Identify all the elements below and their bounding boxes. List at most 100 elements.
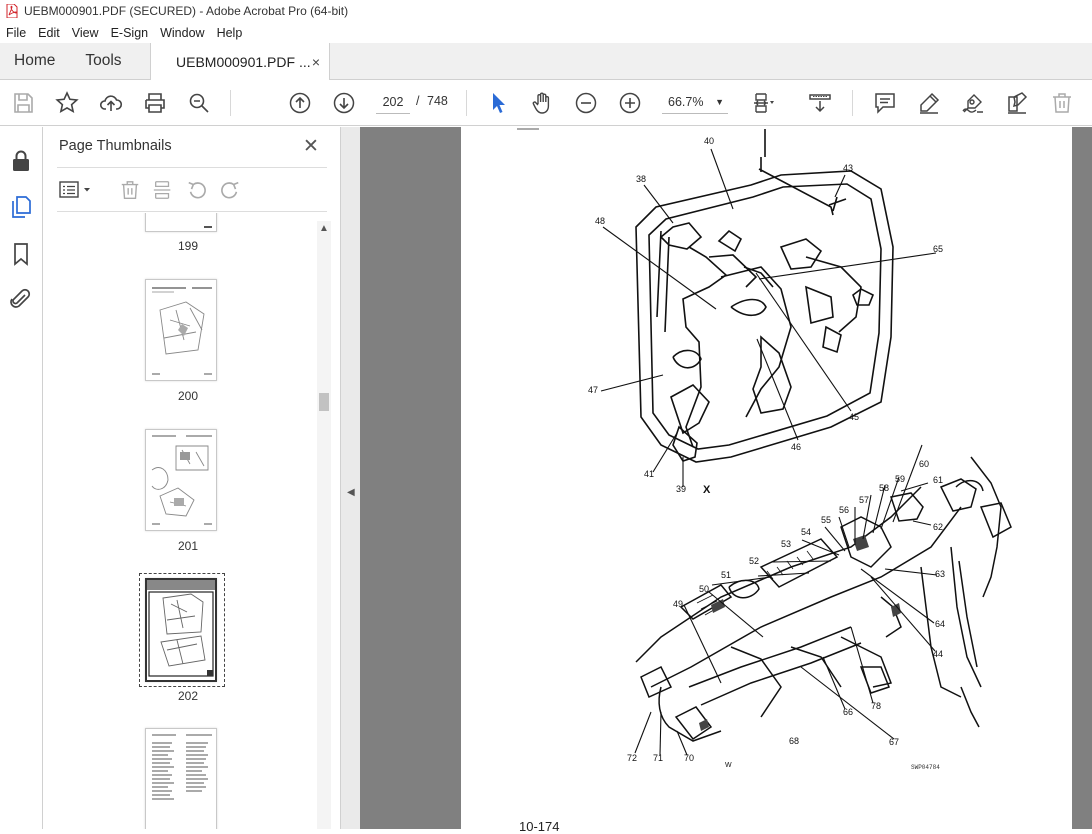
svg-text:46: 46	[791, 442, 801, 452]
thumbnail-page[interactable]	[145, 213, 217, 232]
svg-text:61: 61	[933, 475, 943, 485]
scrollbar-thumb[interactable]	[319, 393, 329, 411]
tab-close-icon[interactable]: ×	[312, 54, 320, 70]
highlight-pen-icon[interactable]	[917, 91, 941, 115]
thumbnail-page-selected[interactable]	[145, 578, 217, 682]
svg-text:64: 64	[935, 619, 945, 629]
acrobat-pdf-icon	[6, 4, 18, 18]
thumbnail-drawing	[152, 734, 212, 800]
title-bar: UEBM000901.PDF (SECURED) - Adobe Acrobat…	[0, 0, 1092, 22]
page-fit-icon[interactable]	[752, 91, 776, 115]
panel-close-icon[interactable]: ✕	[303, 135, 319, 158]
zoom-level-select[interactable]: 66.7% ▼	[662, 90, 728, 114]
document-viewer[interactable]: 40 38 43 48 65 47 45 46 41 39 X 61 60 59…	[360, 127, 1092, 834]
select-cursor-icon[interactable]	[486, 91, 510, 115]
menu-file[interactable]: File	[0, 26, 32, 40]
menu-edit[interactable]: Edit	[32, 26, 66, 40]
scroll-up-icon[interactable]: ▲	[319, 223, 329, 234]
svg-text:49: 49	[673, 599, 683, 609]
rotate-left-icon[interactable]	[186, 179, 208, 201]
svg-text:65: 65	[933, 244, 943, 254]
thumbnail-drawing	[151, 435, 212, 525]
svg-text:68: 68	[789, 736, 799, 746]
zoom-level-value: 66.7%	[668, 95, 704, 109]
toolbar-divider	[852, 90, 853, 116]
menu-help[interactable]: Help	[211, 26, 249, 40]
page-thumbnails-panel: Page Thumbnails ✕ 199 200 201 202 ▲	[43, 127, 340, 829]
svg-text:47: 47	[588, 385, 598, 395]
tab-document[interactable]: UEBM000901.PDF ... ×	[150, 43, 330, 80]
svg-text:58: 58	[879, 483, 889, 493]
svg-text:72: 72	[627, 753, 637, 763]
page-number-input[interactable]: 202	[376, 90, 410, 114]
menu-view[interactable]: View	[66, 26, 105, 40]
edit-pdf-icon[interactable]	[1005, 91, 1029, 115]
svg-text:63: 63	[935, 569, 945, 579]
panel-divider	[57, 167, 327, 168]
svg-text:78: 78	[871, 701, 881, 711]
menu-window[interactable]: Window	[154, 26, 210, 40]
comment-icon[interactable]	[873, 91, 897, 115]
wiring-harness-diagram: 40 38 43 48 65 47 45 46 41 39 X 61 60 59…	[517, 128, 1012, 771]
menu-bar: File Edit View E-Sign Window Help	[0, 22, 1092, 43]
page-layout-icon[interactable]	[152, 179, 174, 201]
save-icon[interactable]	[11, 91, 35, 115]
svg-text:54: 54	[801, 527, 811, 537]
thumbnail-page[interactable]	[145, 279, 217, 381]
svg-text:41: 41	[644, 469, 654, 479]
tab-home[interactable]: Home	[14, 43, 55, 79]
svg-text:53: 53	[781, 539, 791, 549]
toolbar-divider	[466, 90, 467, 116]
thumbnail-page[interactable]	[145, 728, 217, 829]
collapse-panel-icon[interactable]: ◀	[347, 487, 355, 498]
figure-code: SWP04784	[911, 764, 940, 771]
svg-text:50: 50	[699, 584, 709, 594]
lock-icon[interactable]	[9, 149, 33, 173]
pdf-page: 40 38 43 48 65 47 45 46 41 39 X 61 60 59…	[461, 127, 1072, 834]
svg-text:71: 71	[653, 753, 663, 763]
svg-text:62: 62	[933, 522, 943, 532]
attachment-icon[interactable]	[9, 287, 33, 311]
panel-title: Page Thumbnails	[59, 138, 172, 154]
rotate-right-icon[interactable]	[219, 179, 241, 201]
bookmark-icon[interactable]	[9, 242, 33, 266]
hand-tool-icon[interactable]	[530, 91, 554, 115]
thumbnail-page[interactable]	[145, 429, 217, 531]
page-separator: /	[416, 94, 420, 108]
scroll-mode-icon[interactable]	[808, 91, 832, 115]
svg-text:44: 44	[933, 649, 943, 659]
svg-text:39: 39	[676, 484, 686, 494]
menu-esign[interactable]: E-Sign	[105, 26, 155, 40]
svg-text:52: 52	[749, 556, 759, 566]
toolbar-divider	[230, 90, 231, 116]
svg-text:67: 67	[889, 737, 899, 747]
zoom-search-icon[interactable]	[187, 91, 211, 115]
panel-splitter[interactable]: ◀	[340, 127, 360, 829]
thumbnail-label: 199	[177, 239, 199, 253]
page-total: 748	[427, 94, 448, 108]
panel-divider	[57, 211, 327, 212]
svg-text:45: 45	[849, 412, 859, 422]
next-page-icon[interactable]	[332, 91, 356, 115]
thumbnail-options-icon[interactable]	[59, 180, 93, 200]
page-thumbnails-icon[interactable]	[9, 195, 33, 219]
delete-pages-icon[interactable]	[119, 179, 141, 201]
thumbnail-scrollbar[interactable]: ▲	[317, 221, 331, 829]
svg-text:55: 55	[821, 515, 831, 525]
previous-page-icon[interactable]	[288, 91, 312, 115]
svg-text:60: 60	[919, 459, 929, 469]
page-footer-number: 10-174	[519, 819, 560, 834]
delete-trash-icon[interactable]	[1050, 91, 1074, 115]
svg-text:43: 43	[843, 163, 853, 173]
thumbnail-label: 201	[177, 539, 199, 553]
tab-tools[interactable]: Tools	[85, 43, 121, 79]
window-title: UEBM000901.PDF (SECURED) - Adobe Acrobat…	[24, 4, 349, 18]
svg-text:40: 40	[704, 136, 714, 146]
left-navigation-rail	[0, 127, 43, 829]
cloud-upload-icon[interactable]	[99, 91, 123, 115]
print-icon[interactable]	[143, 91, 167, 115]
zoom-in-icon[interactable]	[618, 91, 642, 115]
bookmark-star-icon[interactable]	[55, 91, 79, 115]
zoom-out-icon[interactable]	[574, 91, 598, 115]
sign-pen-icon[interactable]	[961, 91, 985, 115]
